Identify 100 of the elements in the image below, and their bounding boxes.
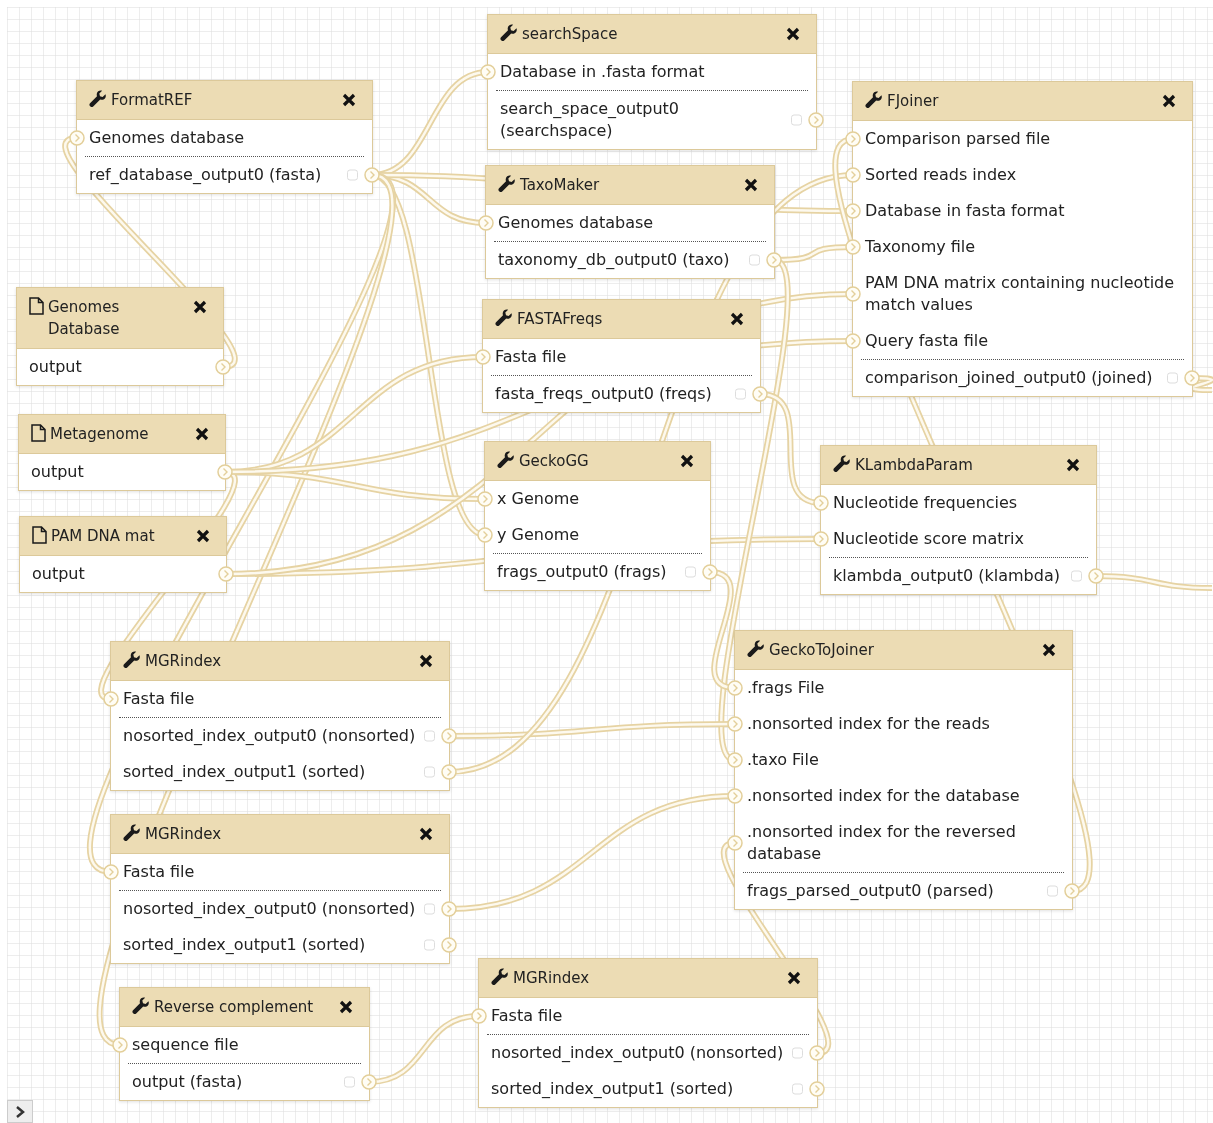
- node-header[interactable]: MGRindex: [111, 815, 449, 854]
- input-terminal[interactable]: [477, 527, 493, 543]
- workflow-output-checkbox[interactable]: [1047, 885, 1058, 897]
- node-header[interactable]: MGRindex: [479, 959, 817, 998]
- close-icon[interactable]: [730, 312, 744, 326]
- input-terminal[interactable]: [727, 752, 743, 768]
- close-icon[interactable]: [342, 93, 356, 107]
- output-terminal[interactable]: [364, 167, 380, 183]
- workflow-node[interactable]: FASTAFreqs Fasta file fasta_freqs_output0 (freqs): [482, 299, 761, 413]
- workflow-output-checkbox[interactable]: [347, 169, 358, 181]
- workflow-node[interactable]: MGRindex Fasta file nosorted_index_output0 (nonsorted) sorted_index_output1 (sorted): [110, 641, 450, 791]
- workflow-output-checkbox[interactable]: [749, 254, 760, 266]
- output-terminal[interactable]: [361, 1074, 377, 1090]
- input-terminal[interactable]: [477, 491, 493, 507]
- node-header[interactable]: GeckoToJoiner: [735, 631, 1072, 670]
- input-terminal[interactable]: [845, 239, 861, 255]
- input-terminal[interactable]: [112, 1037, 128, 1053]
- input-terminal[interactable]: [471, 1008, 487, 1024]
- node-header[interactable]: Metagenome: [19, 415, 225, 454]
- output-terminal[interactable]: [809, 1081, 825, 1097]
- close-icon[interactable]: [744, 178, 758, 192]
- node-header[interactable]: GeckoGG: [485, 442, 710, 481]
- input-terminal[interactable]: [845, 131, 861, 147]
- input-terminal[interactable]: [727, 788, 743, 804]
- node-header[interactable]: FASTAFreqs: [483, 300, 760, 339]
- workflow-node[interactable]: TaxoMaker Genomes database taxonomy_db_output0 (taxo): [485, 165, 775, 279]
- close-icon[interactable]: [419, 654, 433, 668]
- workflow-node[interactable]: GeckoToJoiner .frags File .nonsorted index for the reads .taxo File .nonsorted index for the database .nonsorted index for the reversed database frags_parsed_output0 (parsed): [734, 630, 1073, 910]
- close-icon[interactable]: [193, 300, 207, 314]
- workflow-output-checkbox[interactable]: [792, 1047, 803, 1059]
- workflow-node[interactable]: KLambdaParam Nucleotide frequencies Nucleotide score matrix klambda_output0 (klambda): [820, 445, 1097, 595]
- output-terminal[interactable]: [217, 464, 233, 480]
- input-terminal[interactable]: [727, 716, 743, 732]
- close-icon[interactable]: [786, 27, 800, 41]
- workflow-output-checkbox[interactable]: [424, 766, 435, 778]
- workflow-node[interactable]: PAM DNA mat output: [19, 516, 227, 593]
- output-terminal[interactable]: [808, 112, 824, 128]
- workflow-node[interactable]: FormatREF Genomes database ref_database_output0 (fasta): [76, 80, 373, 194]
- close-icon[interactable]: [1066, 458, 1080, 472]
- output-terminal[interactable]: [215, 359, 231, 375]
- close-icon[interactable]: [195, 427, 209, 441]
- output-terminal[interactable]: [766, 252, 782, 268]
- output-terminal[interactable]: [441, 764, 457, 780]
- workflow-node[interactable]: MGRindex Fasta file nosorted_index_output0 (nonsorted) sorted_index_output1 (sorted): [110, 814, 450, 964]
- close-icon[interactable]: [1162, 94, 1176, 108]
- workflow-output-checkbox[interactable]: [344, 1076, 355, 1088]
- input-terminal[interactable]: [727, 680, 743, 696]
- workflow-node[interactable]: FJoiner Comparison parsed file Sorted reads index Database in fasta format Taxonomy file PAM DNA matrix containing nucleotide match values Query fasta file comparison_joined_output0 (joined): [852, 81, 1193, 397]
- output-terminal[interactable]: [1184, 370, 1200, 386]
- workflow-output-checkbox[interactable]: [424, 939, 435, 951]
- input-terminal[interactable]: [845, 286, 861, 302]
- input-terminal[interactable]: [103, 691, 119, 707]
- workflow-node[interactable]: MGRindex Fasta file nosorted_index_output0 (nonsorted) sorted_index_output1 (sorted): [478, 958, 818, 1108]
- node-header[interactable]: Reverse complement: [120, 988, 369, 1027]
- input-terminal[interactable]: [103, 864, 119, 880]
- close-icon[interactable]: [419, 827, 433, 841]
- workflow-output-checkbox[interactable]: [1071, 570, 1082, 582]
- output-terminal[interactable]: [1088, 568, 1104, 584]
- workflow-output-checkbox[interactable]: [791, 114, 802, 126]
- node-header[interactable]: KLambdaParam: [821, 446, 1096, 485]
- output-terminal[interactable]: [441, 901, 457, 917]
- close-icon[interactable]: [1042, 643, 1056, 657]
- workflow-output-checkbox[interactable]: [792, 1083, 803, 1095]
- output-terminal[interactable]: [441, 937, 457, 953]
- node-header[interactable]: FJoiner: [853, 82, 1192, 121]
- expand-button[interactable]: [7, 1100, 33, 1123]
- output-terminal[interactable]: [441, 728, 457, 744]
- node-header[interactable]: TaxoMaker: [486, 166, 774, 205]
- workflow-node[interactable]: Metagenome output: [18, 414, 226, 491]
- workflow-node[interactable]: searchSpace Database in .fasta format search_space_output0 (searchspace): [487, 14, 817, 150]
- output-terminal[interactable]: [809, 1045, 825, 1061]
- input-terminal[interactable]: [69, 130, 85, 146]
- output-terminal[interactable]: [702, 564, 718, 580]
- input-terminal[interactable]: [480, 64, 496, 80]
- close-icon[interactable]: [680, 454, 694, 468]
- workflow-node[interactable]: GeckoGG x Genome y Genome frags_output0 (frags): [484, 441, 711, 591]
- workflow-output-checkbox[interactable]: [1167, 372, 1178, 384]
- input-terminal[interactable]: [813, 531, 829, 547]
- input-terminal[interactable]: [845, 203, 861, 219]
- workflow-node[interactable]: Genomes Database output: [16, 287, 224, 386]
- input-terminal[interactable]: [845, 167, 861, 183]
- input-terminal[interactable]: [727, 835, 743, 851]
- node-header[interactable]: MGRindex: [111, 642, 449, 681]
- output-terminal[interactable]: [752, 386, 768, 402]
- workflow-node[interactable]: Reverse complement sequence file output (fasta): [119, 987, 370, 1101]
- node-header[interactable]: PAM DNA mat: [20, 517, 226, 556]
- input-terminal[interactable]: [475, 349, 491, 365]
- workflow-output-checkbox[interactable]: [735, 388, 746, 400]
- close-icon[interactable]: [196, 529, 210, 543]
- node-header[interactable]: Genomes Database: [17, 288, 223, 349]
- workflow-output-checkbox[interactable]: [424, 903, 435, 915]
- input-terminal[interactable]: [813, 495, 829, 511]
- workflow-output-checkbox[interactable]: [424, 730, 435, 742]
- close-icon[interactable]: [787, 971, 801, 985]
- input-terminal[interactable]: [478, 215, 494, 231]
- node-header[interactable]: FormatREF: [77, 81, 372, 120]
- output-terminal[interactable]: [1064, 883, 1080, 899]
- workflow-output-checkbox[interactable]: [685, 566, 696, 578]
- close-icon[interactable]: [339, 1000, 353, 1014]
- input-terminal[interactable]: [845, 333, 861, 349]
